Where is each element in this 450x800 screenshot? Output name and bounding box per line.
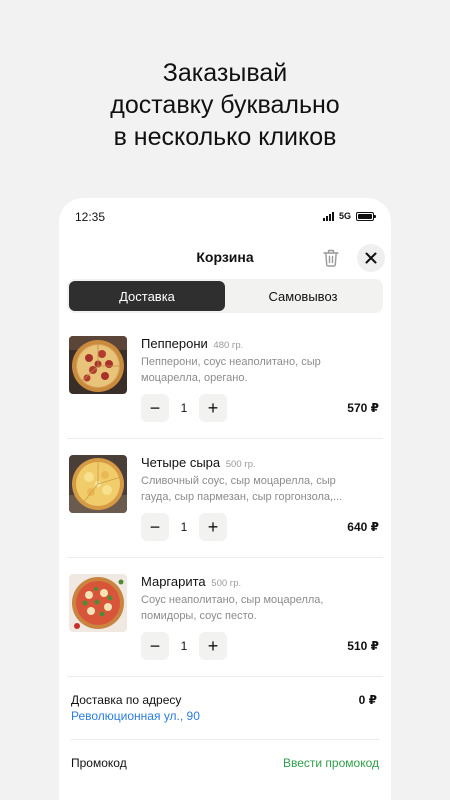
status-bar: 12:35 5G (59, 198, 391, 236)
quantity-value: 1 (180, 639, 188, 653)
item-description: Соус неаполитано, сыр моцарелла, помидор… (141, 592, 377, 624)
item-description-line: Соус неаполитано, сыр моцарелла, (141, 594, 324, 606)
phone-screen: 12:35 5G Корзина Доставка Самовывоз Пепп… (59, 198, 391, 800)
item-description: Сливочный соус, сыр моцарелла, сыр гауда… (141, 473, 377, 505)
delivery-mode-tabs: Доставка Самовывоз (67, 279, 383, 313)
item-weight: 500 гр. (211, 578, 242, 589)
pizza-margherita-image (69, 574, 127, 632)
item-description-line: моцарелла, орегано. (141, 372, 248, 384)
headline-line-1: Заказывай (162, 59, 288, 87)
item-price: 640 ₽ (347, 520, 379, 534)
pizza-four-cheese-image (69, 455, 127, 513)
close-icon (365, 252, 377, 264)
item-name: Пепперони (141, 336, 208, 351)
tab-pickup[interactable]: Самовывоз (225, 281, 381, 311)
cart-items-list: Пепперони 480 гр. Пепперони, соус неапол… (59, 320, 391, 677)
close-button[interactable] (357, 244, 385, 272)
signal-icon (322, 211, 334, 221)
headline-line-2: доставку буквально (110, 91, 340, 119)
item-weight: 480 гр. (213, 340, 244, 351)
cart-item: Пепперони 480 гр. Пепперони, соус неапол… (67, 320, 383, 439)
tab-delivery[interactable]: Доставка (69, 281, 225, 311)
item-description: Пепперони, соус неаполитано, сыр моцарел… (141, 354, 377, 386)
item-title: Пепперони 480 гр. (141, 336, 383, 351)
delivery-summary: Доставка по адресу Революционная ул., 90… (71, 678, 379, 740)
increase-button[interactable]: + (199, 632, 227, 660)
cart-header: Корзина (59, 244, 391, 272)
item-description-line: Пепперони, соус неаполитано, сыр (141, 356, 321, 368)
item-price: 570 ₽ (347, 401, 379, 415)
promo-label: Промокод (71, 756, 127, 770)
quantity-value: 1 (180, 520, 188, 534)
clear-cart-button[interactable] (319, 246, 343, 270)
item-description-line: помидоры, соус песто. (141, 610, 257, 622)
item-description-line: гауда, сыр пармезан, сыр горгонзола,... (141, 491, 343, 503)
item-title: Четыре сыра 500 гр. (141, 455, 383, 470)
item-price: 510 ₽ (347, 639, 379, 653)
item-weight: 500 гр. (225, 459, 256, 470)
quantity-stepper: − 1 + (141, 394, 227, 422)
quantity-stepper: − 1 + (141, 632, 227, 660)
status-icons: 5G (322, 211, 376, 221)
cart-item: Маргарита 500 гр. Соус неаполитано, сыр … (67, 558, 383, 677)
pizza-pepperoni-image (69, 336, 127, 394)
quantity-value: 1 (180, 401, 188, 415)
delivery-address-link[interactable]: Революционная ул., 90 (71, 709, 200, 723)
item-name: Маргарита (141, 574, 206, 589)
quantity-stepper: − 1 + (141, 513, 227, 541)
item-name: Четыре сыра (141, 455, 221, 470)
enter-promo-link[interactable]: Ввести промокод (283, 756, 379, 770)
item-description-line: Сливочный соус, сыр моцарелла, сыр (141, 475, 336, 487)
delivery-label: Доставка по адресу (71, 693, 182, 707)
decrease-button[interactable]: − (141, 513, 169, 541)
item-title: Маргарита 500 гр. (141, 574, 383, 589)
promo-row: Промокод Ввести промокод (71, 740, 379, 788)
cart-item: Четыре сыра 500 гр. Сливочный соус, сыр … (67, 439, 383, 558)
network-label: 5G (338, 211, 351, 221)
decrease-button[interactable]: − (141, 632, 169, 660)
headline-line-3: в несколько кликов (113, 123, 337, 151)
delivery-price: 0 ₽ (358, 693, 377, 707)
increase-button[interactable]: + (199, 394, 227, 422)
decrease-button[interactable]: − (141, 394, 169, 422)
battery-icon (356, 211, 376, 221)
promo-headline: Заказывай доставку буквально в несколько… (0, 57, 450, 153)
increase-button[interactable]: + (199, 513, 227, 541)
status-time: 12:35 (75, 210, 106, 224)
trash-icon (323, 249, 339, 267)
